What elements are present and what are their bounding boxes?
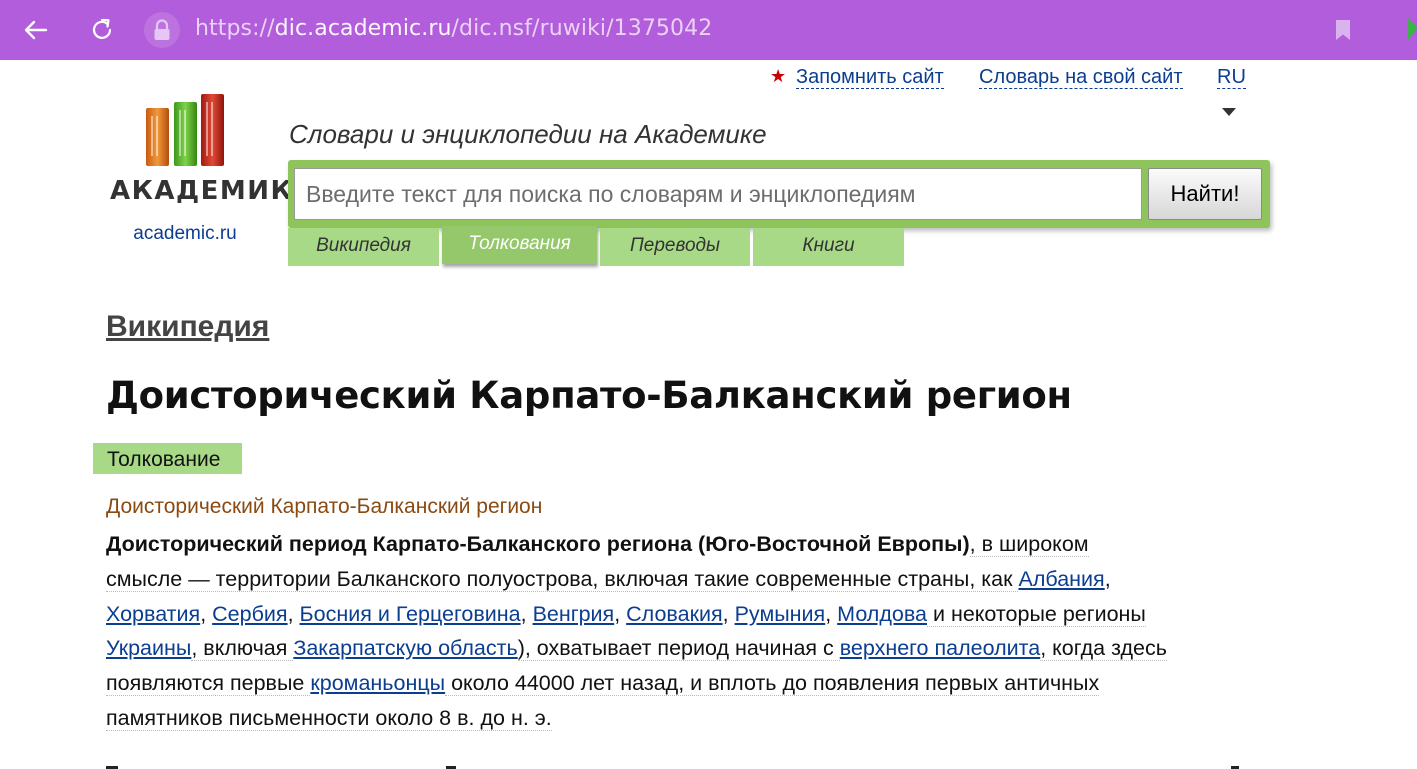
definition-badge: Толкование: [93, 443, 242, 474]
link-bosnia[interactable]: Босния и Герцеговина: [300, 602, 521, 626]
link-serbia[interactable]: Сербия: [212, 602, 287, 626]
body-line-1: Доисторический период Карпато-Балканског…: [106, 527, 1246, 562]
site-tagline: Словари и энциклопедии на Академике: [289, 119, 767, 149]
article-body: Доисторический период Карпато-Балканског…: [106, 527, 1246, 736]
page-title: Доисторический Карпато-Балканский регион: [106, 374, 1072, 417]
link-croatia[interactable]: Хорватия: [106, 602, 200, 626]
link-hungary[interactable]: Венгрия: [533, 602, 615, 626]
remember-site-link[interactable]: Запомнить сайт: [796, 66, 944, 89]
body-line-6: памятников письменности около 8 в. до н.…: [106, 701, 1246, 736]
comma: ,: [825, 601, 832, 626]
lock-icon: [154, 19, 170, 40]
extension-icon[interactable]: [1400, 14, 1417, 44]
link-slovakia[interactable]: Словакия: [626, 602, 722, 626]
body-text-run: смысле — территории Балканского полуостр…: [106, 566, 1019, 592]
section-wikipedia-link[interactable]: Википедия: [106, 310, 269, 344]
body-line-2: смысле — территории Балканского полуостр…: [106, 562, 1246, 597]
url-scheme: https://: [195, 16, 275, 41]
tab-books[interactable]: Книги: [753, 228, 904, 266]
top-links-bar: ★ Запомнить сайт Словарь на свой сайт RU: [0, 64, 1417, 94]
chevron-down-icon[interactable]: [1222, 108, 1236, 116]
bookmark-icon[interactable]: [1332, 18, 1354, 42]
language-selector[interactable]: RU: [1217, 66, 1246, 89]
tab-translations[interactable]: Переводы: [600, 228, 750, 266]
link-moldova[interactable]: Молдова: [837, 602, 927, 626]
body-text-run: , в широком: [969, 532, 1089, 557]
clipped-next-paragraph: [106, 752, 1246, 769]
search-button[interactable]: Найти!: [1148, 168, 1262, 220]
comma: ,: [520, 601, 527, 626]
link-cromagnon[interactable]: кроманьонцы: [310, 671, 445, 695]
body-text-run: появляются первые: [106, 671, 311, 697]
url-path: /dic.nsf/ruwiki/1375042: [451, 16, 713, 41]
site-info-button[interactable]: [144, 12, 180, 48]
dictionary-for-site-link[interactable]: Словарь на свой сайт: [979, 66, 1183, 89]
link-zakarpattia[interactable]: Закарпатскую область: [293, 636, 517, 660]
comma: ,: [1104, 566, 1111, 591]
body-text-run: около 44000 лет назад, и вплоть до появл…: [445, 671, 1100, 697]
tab-wikipedia[interactable]: Википедия: [288, 228, 439, 266]
body-text-run: и некоторые регионы: [927, 601, 1146, 627]
body-text-run: , включая: [191, 636, 294, 662]
tab-definitions[interactable]: Толкования: [442, 226, 597, 264]
search-box: Найти!: [288, 160, 1270, 228]
search-input[interactable]: [294, 168, 1142, 220]
address-bar[interactable]: https://dic.academic.ru/dic.nsf/ruwiki/1…: [144, 10, 1374, 50]
link-romania[interactable]: Румыния: [735, 602, 826, 626]
logo-domain-link[interactable]: academic.ru: [110, 223, 260, 245]
link-ukraine[interactable]: Украины: [106, 636, 191, 660]
body-line-5: появляются первые кроманьонцы около 4400…: [106, 666, 1246, 701]
bold-lead: Доисторический период Карпато-Балканског…: [106, 532, 970, 556]
books-logo-icon: [146, 94, 224, 166]
url-text: https://dic.academic.ru/dic.nsf/ruwiki/1…: [195, 16, 712, 41]
body-text-run: памятников письменности около 8 в. до н.…: [106, 705, 552, 731]
logo-wordmark: АКАДЕМИК: [110, 176, 294, 206]
comma: ,: [200, 601, 207, 626]
body-text-run: , когда здесь: [1040, 636, 1167, 662]
comma: ,: [722, 601, 729, 626]
body-line-4: Украины, включая Закарпатскую область), …: [106, 631, 1246, 666]
link-albania[interactable]: Албания: [1018, 567, 1104, 591]
reload-icon[interactable]: [88, 16, 116, 44]
body-line-3: Хорватия, Сербия, Босния и Герцеговина, …: [106, 597, 1246, 632]
back-arrow-icon[interactable]: [22, 16, 50, 44]
term-heading: Доисторический Карпато-Балканский регион: [106, 495, 543, 518]
comma: ,: [287, 601, 294, 626]
link-upper-paleolithic[interactable]: верхнего палеолита: [840, 636, 1040, 660]
star-icon: ★: [770, 66, 787, 86]
site-logo[interactable]: АКАДЕМИК academic.ru: [110, 92, 294, 252]
url-host: dic.academic.ru: [274, 16, 452, 41]
browser-toolbar: https://dic.academic.ru/dic.nsf/ruwiki/1…: [0, 0, 1417, 60]
body-text-run: ), охватывает период начиная с: [517, 636, 840, 662]
comma: ,: [614, 601, 621, 626]
